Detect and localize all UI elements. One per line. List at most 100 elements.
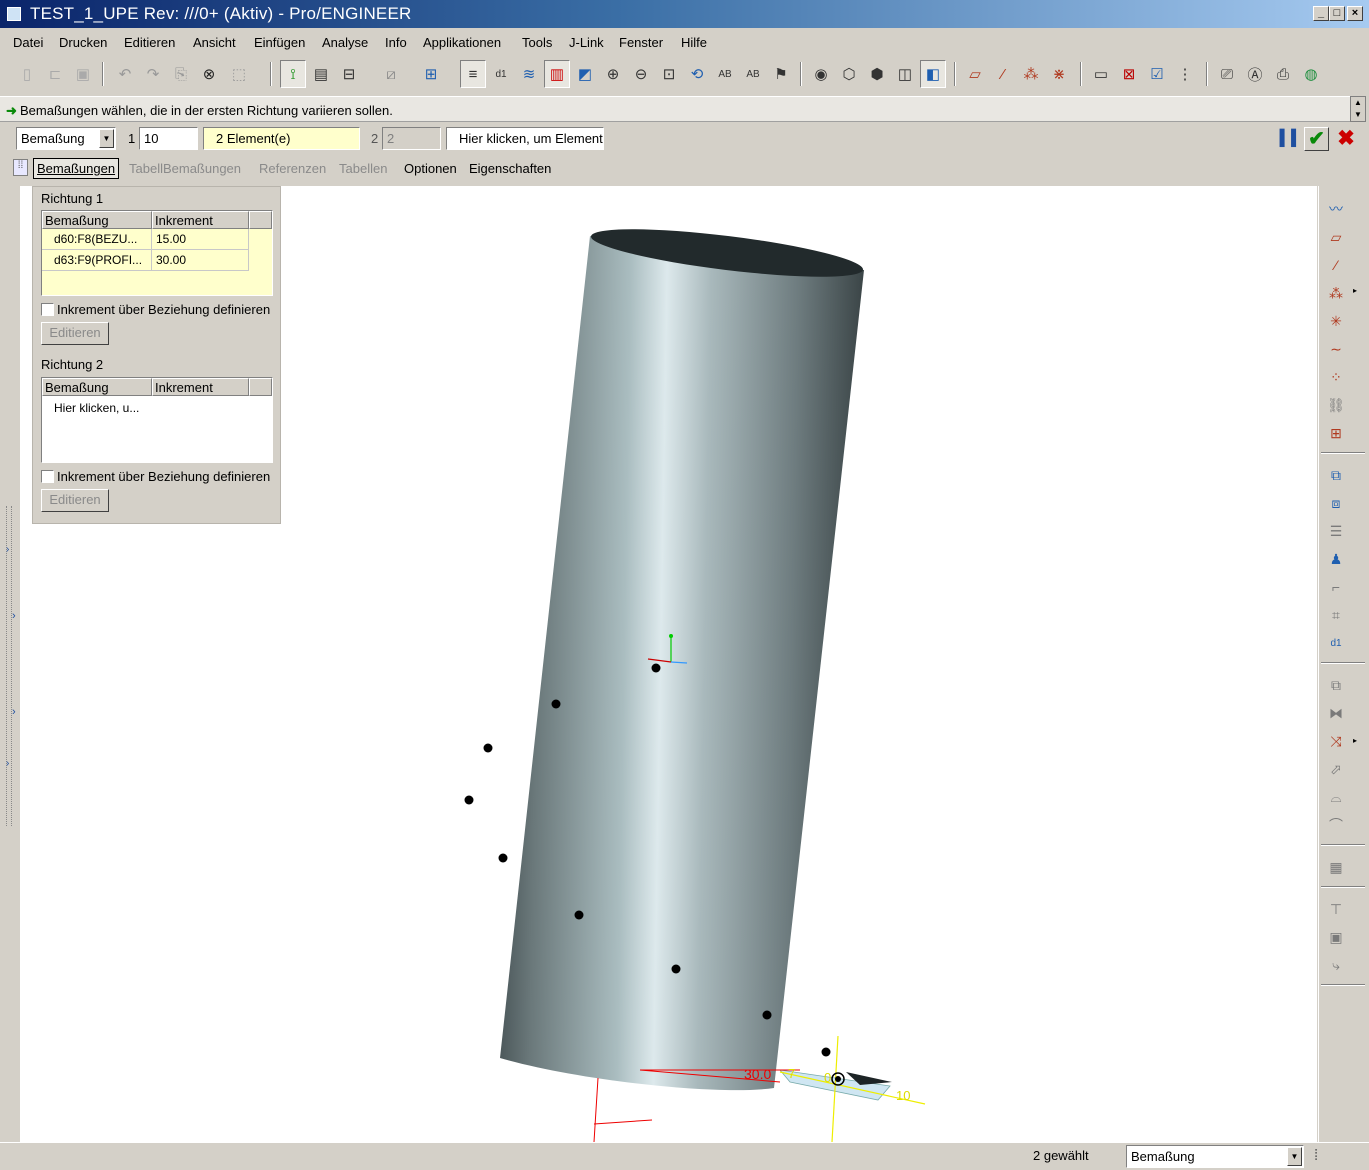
tab-optionen[interactable]: Optionen (404, 161, 457, 176)
expand-arrow-icon[interactable]: › (6, 544, 9, 555)
datum-plane-icon[interactable]: ▱ (962, 60, 988, 88)
dimension-cell[interactable]: d60:F8(BEZU... (42, 229, 152, 250)
menu-datei[interactable]: Datei (13, 35, 43, 50)
window-icon[interactable]: ▭ (1088, 60, 1114, 88)
d1-dimension-icon[interactable]: d1 (488, 60, 514, 88)
pattern-point[interactable] (651, 663, 661, 673)
chain-tool-icon[interactable]: ⛓ (1325, 394, 1347, 416)
cancel-x-icon[interactable]: ✖ (1335, 127, 1357, 151)
globe-icon[interactable]: ◍ (1298, 60, 1324, 88)
dimension-label[interactable]: 7 (788, 1066, 795, 1081)
expand-arrow-icon[interactable]: › (12, 706, 16, 718)
pattern-point[interactable] (551, 699, 561, 709)
info-person-icon[interactable]: ♟ (1325, 548, 1347, 570)
undo-icon[interactable]: ↶ (112, 60, 138, 88)
expand-arrow-icon[interactable]: › (12, 610, 16, 622)
tab-referenzen[interactable]: Referenzen (259, 161, 326, 176)
dimension-line-red[interactable] (593, 1077, 599, 1142)
draft-icon[interactable]: ⊤ (1325, 898, 1347, 920)
measure-tool-icon[interactable]: ⊞ (1325, 422, 1347, 444)
column-header-bemassung[interactable]: Bemaßung (42, 378, 152, 396)
pattern-point[interactable] (821, 1047, 831, 1057)
plane-tool-icon[interactable]: ▱ (1325, 226, 1347, 248)
refit-icon[interactable]: ⊡ (656, 60, 682, 88)
sketch-icon[interactable]: ⧄ (378, 60, 404, 88)
chart-icon[interactable]: ◩ (572, 60, 598, 88)
menu-drucken[interactable]: Drucken (59, 35, 107, 50)
csys-tool-icon[interactable]: ✳ (1325, 310, 1347, 332)
resize-grip-icon[interactable]: ⁞ (1314, 1147, 1318, 1164)
zoom-out-icon[interactable]: ⊖ (628, 60, 654, 88)
reorient-icon[interactable]: ⟲ (684, 60, 710, 88)
orient-icon[interactable]: ◉ (808, 60, 834, 88)
new-file-icon[interactable]: ▯ (14, 60, 40, 88)
info-model-icon[interactable]: ⧈ (1325, 492, 1347, 514)
save-icon[interactable]: ▣ (70, 60, 96, 88)
pattern-point[interactable] (464, 795, 474, 805)
paste-icon[interactable]: ⎘ (168, 60, 194, 88)
mirror-icon[interactable]: ⧓ (1325, 702, 1347, 724)
info-list-icon[interactable]: ☰ (1325, 520, 1347, 542)
thicken-icon[interactable]: ⌒ (1325, 814, 1347, 836)
tab-tabellen[interactable]: Tabellen (339, 161, 387, 176)
open-file-icon[interactable]: ⊏ (42, 60, 68, 88)
chevron-down-icon[interactable]: ▼ (1287, 1147, 1302, 1166)
menu-einfuegen[interactable]: Einfügen (254, 35, 305, 50)
extend-icon[interactable]: ⬀ (1325, 758, 1347, 780)
menu-jlink[interactable]: J-Link (569, 35, 604, 50)
pause-icon[interactable]: ▍▍ (1280, 129, 1303, 149)
color-palette-icon[interactable]: ▥ (544, 60, 570, 88)
tab-tabellbemassungen[interactable]: TabellBemaßungen (129, 161, 241, 176)
shell-icon[interactable]: ▣ (1325, 926, 1347, 948)
point-tool-icon[interactable]: ⁂ (1325, 282, 1347, 304)
dimension-line-red[interactable] (593, 1119, 653, 1125)
relation-checkbox-2[interactable] (41, 470, 54, 483)
info-tool-icon[interactable]: ⌗ (1325, 604, 1347, 626)
axis-tool-icon[interactable]: ⁄ (1325, 254, 1347, 276)
increment-cell[interactable]: 15.00 (152, 229, 249, 250)
info-pipe-icon[interactable]: ⌐ (1325, 576, 1347, 598)
direction1-table[interactable]: Bemaßung Inkrement d60:F8(BEZU... 15.00 … (41, 210, 273, 296)
menu-applikationen[interactable]: Applikationen (423, 35, 501, 50)
layers-on-icon[interactable]: ≡ (460, 60, 486, 88)
direction2-table[interactable]: Bemaßung Inkrement Hier klicken, u... (41, 377, 273, 463)
table-row[interactable]: d63:F9(PROFI... 30.00 (42, 250, 272, 271)
relation-checkbox-1[interactable] (41, 303, 54, 316)
zoom-in-icon[interactable]: ⊕ (600, 60, 626, 88)
dimension-cell[interactable]: d63:F9(PROFI... (42, 250, 152, 271)
maximize-button[interactable]: □ (1329, 6, 1345, 21)
pattern-type-select[interactable]: Bemaßung ▼ (16, 127, 116, 150)
direction1-count-input[interactable]: 10 (139, 127, 198, 150)
hidden-line-icon[interactable]: ⬢ (864, 60, 890, 88)
text-icon[interactable]: Ⓐ (1242, 60, 1268, 88)
menu-analyse[interactable]: Analyse (322, 35, 368, 50)
pattern-point[interactable] (762, 1010, 772, 1020)
menu-tools[interactable]: Tools (522, 35, 552, 50)
increment-cell[interactable]: 30.00 (152, 250, 249, 271)
binoculars-icon[interactable]: ⊗ (196, 60, 222, 88)
menu-hilfe[interactable]: Hilfe (681, 35, 707, 50)
dimension-label[interactable]: 10 (896, 1088, 910, 1103)
camera-icon[interactable]: ⎚ (1214, 60, 1240, 88)
datum-point-icon[interactable]: ⁂ (1018, 60, 1044, 88)
menu-fenster[interactable]: Fenster (619, 35, 663, 50)
datum-display-icon[interactable]: ⟟ (280, 60, 306, 88)
grid-icon[interactable]: ⁞⁞ (13, 159, 28, 176)
table-icon[interactable]: ▦ (1325, 856, 1347, 878)
minimize-button[interactable]: _ (1313, 6, 1329, 21)
no-hidden-icon[interactable]: ◫ (892, 60, 918, 88)
offset-icon[interactable]: ⌓ (1325, 786, 1347, 808)
direction2-placeholder[interactable]: Hier klicken, u... (54, 401, 139, 415)
analysis-tool-icon[interactable]: ⁘ (1325, 366, 1347, 388)
pattern-point[interactable] (483, 743, 493, 753)
left-splitter[interactable]: › › › › (0, 186, 20, 1142)
model-tree-icon[interactable]: ⊞ (418, 60, 444, 88)
selected-point[interactable] (835, 1076, 841, 1082)
flyout-arrow-icon[interactable]: ▸ (1353, 286, 1357, 295)
layer-stack-icon[interactable]: ≋ (516, 60, 542, 88)
flyout-arrow-icon[interactable]: ▸ (1353, 736, 1357, 745)
annotation-ab2-icon[interactable]: AB (740, 60, 766, 88)
activate-window-icon[interactable]: ☑ (1144, 60, 1170, 88)
curve-tool-icon[interactable]: ∼ (1325, 338, 1347, 360)
column-header-inkrement[interactable]: Inkrement (152, 211, 249, 229)
